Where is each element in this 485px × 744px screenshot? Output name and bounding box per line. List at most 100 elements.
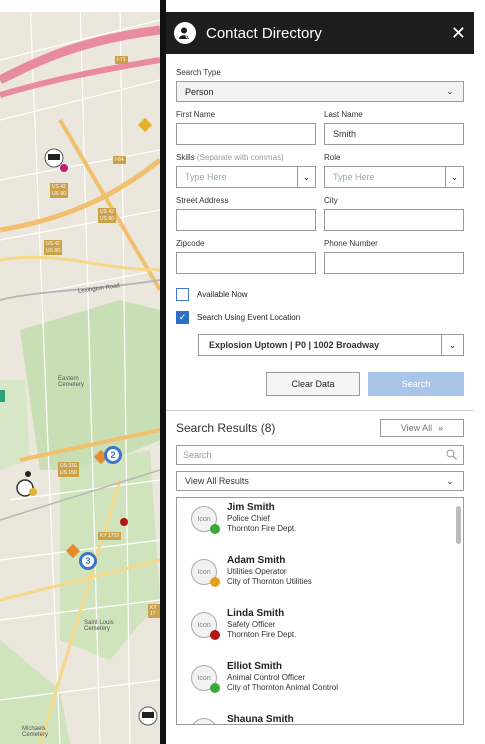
close-icon[interactable]: ✕ [451, 23, 466, 44]
highway-shield: US 60 [44, 247, 62, 255]
skills-label-text: Skills [176, 153, 195, 162]
highway-shield: KY 17 [148, 604, 160, 618]
status-indicator [210, 683, 220, 693]
last-name-label: Last Name [324, 110, 363, 119]
status-indicator [210, 630, 220, 640]
highway-shield: I-71 [115, 56, 128, 64]
map-cluster-marker[interactable]: 2 [104, 446, 122, 464]
contact-name: Adam Smith [227, 555, 286, 566]
contact-organization: Thornton Fire Dept. [227, 524, 297, 533]
list-item[interactable]: Icon Linda Smith Safety Officer Thornton… [177, 604, 463, 657]
highway-shield: I-64 [113, 156, 126, 164]
search-icon [446, 449, 457, 462]
search-results: Search Results (8) View All » Search Vie… [166, 411, 474, 725]
contact-name: Linda Smith [227, 608, 285, 619]
role-field[interactable]: Type Here ⌄ [324, 166, 464, 188]
map[interactable]: US 42 US 60 US 42 US 60 US 42 US 60 I-64… [0, 0, 160, 744]
street-address-field[interactable] [176, 209, 316, 231]
results-search-placeholder: Search [183, 450, 212, 460]
skills-placeholder: Type Here [185, 172, 227, 182]
map-cluster-marker[interactable]: 3 [79, 552, 97, 570]
city-label: City [324, 196, 338, 205]
contact-organization: City of Thornton Utilities [227, 577, 312, 586]
skills-hint: (Separate with commas) [196, 153, 284, 162]
contact-organization: City of Thornton Animal Control [227, 683, 339, 692]
avatar-icon: Icon [191, 718, 217, 724]
first-name-label: First Name [176, 110, 216, 119]
contact-organization: Thornton Fire Dept. [227, 630, 297, 639]
results-filter-select[interactable]: View All Results ⌄ [176, 471, 464, 491]
results-title: Search Results (8) [176, 421, 276, 435]
contact-name: Jim Smith [227, 502, 275, 513]
first-name-field[interactable] [176, 123, 316, 145]
top-strip [0, 0, 485, 12]
results-list[interactable]: Icon Jim Smith Police Chief Thornton Fir… [176, 497, 464, 725]
scrollbar[interactable] [456, 506, 461, 544]
map-label-cemetery: Saint Louis Cemetery [84, 620, 114, 632]
chevron-down-icon[interactable]: ⌄ [445, 167, 463, 187]
results-search-input[interactable]: Search [176, 445, 464, 465]
double-chevron-right-icon: » [438, 423, 444, 433]
search-type-select[interactable]: Person ⌄ [176, 81, 464, 102]
contact-avatar: Icon [191, 665, 220, 693]
search-form: Search Type Person ⌄ First Name Last Nam… [166, 54, 474, 396]
search-button[interactable]: Search [368, 372, 464, 396]
contact-avatar: Icon [191, 559, 220, 587]
map-label-cemetery: Michaels Cemetery [22, 726, 49, 738]
zipcode-field[interactable] [176, 252, 316, 274]
phone-number-field[interactable] [324, 252, 464, 274]
role-label: Role [324, 153, 341, 162]
contact-avatar: Icon [191, 718, 219, 724]
event-location-label: Search Using Event Location [197, 313, 301, 322]
list-item[interactable]: Icon Adam Smith Utilities Operator City … [177, 551, 463, 604]
list-item[interactable]: Icon Elliot Smith Animal Control Officer… [177, 657, 463, 710]
results-filter-value: View All Results [185, 476, 249, 486]
skills-field[interactable]: Type Here ⌄ [176, 166, 316, 188]
event-value: Explosion Uptown | P0 | 1002 Broadway [209, 340, 380, 350]
map-label-cemetery: Eastern Cemetery [58, 376, 85, 388]
available-now-row[interactable]: Available Now [176, 288, 464, 301]
map-canvas[interactable] [0, 0, 160, 744]
page-margin [474, 0, 485, 744]
person-search-icon [174, 22, 196, 44]
contact-name: Elliot Smith [227, 661, 282, 672]
chevron-down-icon: ⌄ [446, 475, 454, 486]
view-all-button[interactable]: View All » [380, 419, 464, 437]
panel-header: Contact Directory ✕ [166, 12, 474, 54]
chevron-down-icon: ⌄ [441, 335, 463, 355]
street-address-label: Street Address [176, 196, 229, 205]
event-location-row[interactable]: ✓ Search Using Event Location [176, 311, 464, 324]
search-type-label: Search Type [176, 68, 221, 77]
skills-label: Skills (Separate with commas) [176, 153, 316, 162]
event-select[interactable]: Explosion Uptown | P0 | 1002 Broadway ⌄ [198, 334, 464, 356]
contact-role: Police Chief [227, 514, 270, 523]
highway-shield: US 60 [50, 190, 68, 198]
chevron-down-icon: ⌄ [446, 86, 454, 96]
search-type-value: Person [185, 86, 214, 97]
zipcode-label: Zipcode [176, 239, 205, 248]
highway-shield: US 60 [98, 215, 116, 223]
status-indicator [210, 577, 220, 587]
available-now-checkbox[interactable] [176, 288, 189, 301]
chevron-down-icon[interactable]: ⌄ [297, 167, 315, 187]
view-all-label: View All [400, 423, 433, 433]
contact-role: Safety Officer [227, 620, 276, 629]
clear-data-button[interactable]: Clear Data [266, 372, 360, 396]
status-indicator [210, 524, 220, 534]
last-name-field[interactable]: Smith [324, 123, 464, 145]
available-now-label: Available Now [197, 290, 248, 299]
contact-directory-panel: Contact Directory ✕ Search Type Person ⌄… [166, 12, 474, 744]
panel-title: Contact Directory [206, 24, 322, 42]
city-field[interactable] [324, 209, 464, 231]
event-location-checkbox[interactable]: ✓ [176, 311, 189, 324]
list-item[interactable]: Icon Jim Smith Police Chief Thornton Fir… [177, 498, 463, 551]
contact-avatar: Icon [191, 506, 220, 534]
contact-role: Utilities Operator [227, 567, 287, 576]
role-placeholder: Type Here [333, 172, 375, 182]
contact-role: Animal Control Officer [227, 673, 306, 682]
contact-avatar: Icon [191, 612, 220, 640]
list-item[interactable]: Icon Shauna Smith [177, 710, 463, 725]
phone-number-label: Phone Number [324, 239, 378, 248]
highway-shield: KY 1703 [98, 532, 122, 540]
contact-name: Shauna Smith [227, 714, 294, 725]
